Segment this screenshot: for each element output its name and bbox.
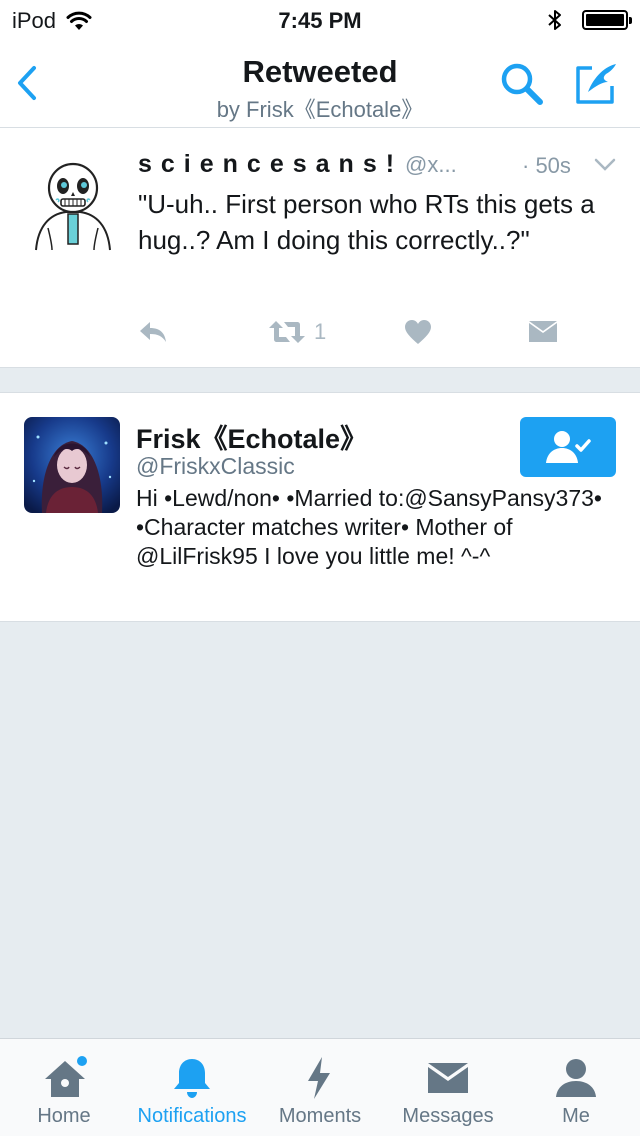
nav-bar: Retweeted by Frisk《Echotale》 — [0, 40, 640, 128]
user-card[interactable]: Frisk《Echotale》 @FriskxClassic Hi •Lewd/… — [0, 392, 640, 622]
tab-label-messages: Messages — [402, 1105, 494, 1127]
tab-home[interactable]: Home — [14, 1039, 114, 1136]
tab-label-moments: Moments — [278, 1105, 362, 1127]
envelope-icon — [428, 1063, 468, 1093]
user-avatar-image — [24, 417, 120, 513]
tab-label-home: Home — [37, 1105, 91, 1127]
tab-me[interactable]: Me — [526, 1039, 626, 1136]
tweet-author-handle[interactable]: @x... — [405, 152, 457, 177]
tweet-actions: 1 — [138, 316, 598, 350]
tab-notifications[interactable]: Notifications — [128, 1039, 256, 1136]
status-time: 7:45 PM — [278, 8, 362, 33]
person-icon — [556, 1059, 596, 1097]
tweet-timestamp: · 50s — [522, 153, 571, 178]
retweet-count: 1 — [314, 319, 327, 344]
like-button[interactable] — [404, 316, 432, 348]
user-avatar[interactable] — [24, 417, 120, 513]
status-bar: iPod 7:45 PM — [0, 0, 640, 40]
tweet-header: sciencesans!@x... · 50s — [138, 150, 618, 184]
envelope-icon — [529, 321, 557, 342]
retweet-icon — [269, 321, 305, 343]
tab-bar: Home Notifications Moments Messages Me — [0, 1038, 640, 1136]
tab-messages[interactable]: Messages — [394, 1039, 502, 1136]
reply-icon — [140, 322, 166, 342]
heart-icon — [405, 320, 431, 344]
user-name[interactable]: Frisk《Echotale》 — [136, 417, 367, 456]
tweet-text: "U-uh.. First person who RTs this gets a… — [138, 189, 595, 255]
lightning-icon — [308, 1057, 330, 1099]
user-bio: Hi •Lewd/non• •Married to:@SansyPansy373… — [136, 485, 602, 569]
status-right — [546, 8, 632, 32]
user-handle: @FriskxClassic — [136, 453, 295, 479]
tab-label-me: Me — [562, 1105, 590, 1127]
bluetooth-icon — [548, 10, 561, 30]
reply-button[interactable] — [138, 316, 168, 348]
battery-fill — [586, 14, 624, 26]
tweet-card[interactable]: sciencesans!@x... · 50s "U-uh.. First pe… — [0, 128, 640, 368]
home-icon — [45, 1056, 87, 1097]
tweet-author-name[interactable]: sciencesans! — [138, 150, 403, 178]
following-button[interactable] — [520, 417, 616, 477]
chevron-down-icon[interactable] — [594, 156, 616, 174]
bell-icon — [174, 1059, 210, 1098]
search-icon[interactable] — [498, 60, 546, 108]
battery-icon — [582, 10, 632, 30]
retweet-button[interactable]: 1 — [268, 316, 326, 348]
tab-moments[interactable]: Moments — [270, 1039, 370, 1136]
direct-message-button[interactable] — [528, 316, 558, 348]
tab-label-notifications: Notifications — [137, 1105, 247, 1127]
sans-avatar[interactable] — [28, 156, 118, 252]
compose-icon[interactable] — [572, 60, 620, 108]
following-person-icon — [546, 431, 591, 463]
